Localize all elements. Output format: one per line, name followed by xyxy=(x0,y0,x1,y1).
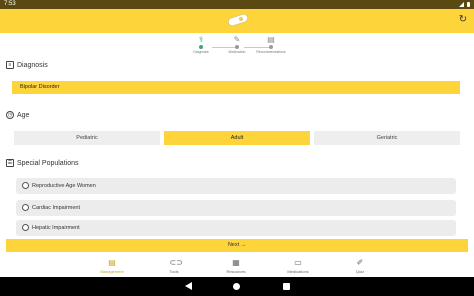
age-option-adult[interactable]: Adult xyxy=(164,131,310,145)
home-icon[interactable] xyxy=(233,283,240,290)
app-logo-icon xyxy=(227,13,249,27)
special-populations-heading: ☰ Special Populations xyxy=(6,159,79,167)
age-title: Age xyxy=(17,111,30,119)
capsule-icon: ▭ xyxy=(294,258,302,267)
radio-button[interactable] xyxy=(22,224,29,231)
bottom-navigation: ▤ Management ⊂⊃ Tools ▦ Resources ▭ Medi… xyxy=(0,255,474,277)
nav-item-quiz[interactable]: ✐ Quiz xyxy=(340,258,380,274)
clipboard-icon: ▤ xyxy=(267,35,275,44)
radio-button[interactable] xyxy=(22,182,29,189)
step-recommendations[interactable]: ▤ Recommendations xyxy=(256,35,286,55)
status-icons xyxy=(459,0,470,9)
nav-label: Medications xyxy=(287,269,309,274)
nav-label: Resources xyxy=(226,269,246,274)
step-diagnosis[interactable]: ⚕ Diagnosis xyxy=(186,35,216,55)
step-dot xyxy=(199,45,203,49)
diagnosis-title: Diagnosis xyxy=(17,61,48,69)
nav-item-medications[interactable]: ▭ Medications xyxy=(278,258,318,274)
radio-button[interactable] xyxy=(22,204,29,211)
battery-icon xyxy=(467,2,470,7)
nav-label: Quiz xyxy=(355,269,365,274)
step-label: Diagnosis xyxy=(193,50,209,54)
population-label: Reproductive Age Women xyxy=(32,183,96,189)
pill-icon: ✎ xyxy=(233,35,241,44)
step-label: Recommendations xyxy=(256,50,286,54)
age-icon: ◷ xyxy=(6,111,14,119)
clipboard-icon: ▤ xyxy=(108,258,116,267)
quiz-icon: ✐ xyxy=(356,258,364,267)
population-item-cardiac[interactable]: Cardiac Impairment xyxy=(16,200,456,216)
nav-label: Management xyxy=(100,269,124,274)
nav-item-tools[interactable]: ⊂⊃ Tools xyxy=(154,258,194,274)
status-time: 7:53 xyxy=(4,1,16,7)
list-icon: ☰ xyxy=(6,159,14,167)
age-option-pediatric[interactable]: Pediatric xyxy=(14,131,160,145)
nav-label: Tools xyxy=(169,269,179,274)
population-label: Hepatic Impairment xyxy=(32,225,80,231)
stethoscope-icon: ⚕ xyxy=(198,35,204,44)
book-icon: ▦ xyxy=(232,258,240,267)
pill-icon: ⊂⊃ xyxy=(169,258,183,267)
status-bar: 7:53 xyxy=(0,0,474,9)
step-label: Medication xyxy=(228,50,246,54)
nav-item-management[interactable]: ▤ Management xyxy=(92,258,132,274)
population-item-reproductive[interactable]: Reproductive Age Women xyxy=(16,178,456,194)
population-label: Cardiac Impairment xyxy=(32,205,80,211)
diagnosis-select[interactable]: Bipolar Disorder xyxy=(12,81,460,94)
system-navigation-bar xyxy=(0,277,474,296)
next-button[interactable]: Next → xyxy=(6,239,468,252)
age-heading: ◷ Age xyxy=(6,111,29,119)
signal-icon xyxy=(459,2,464,7)
back-icon[interactable] xyxy=(185,282,192,290)
app-bar: ↻ xyxy=(0,9,474,33)
diagnosis-heading: ≡ Diagnosis xyxy=(6,61,48,69)
special-populations-title: Special Populations xyxy=(17,159,79,167)
step-dot xyxy=(235,45,239,49)
refresh-icon[interactable]: ↻ xyxy=(458,15,468,25)
step-medication[interactable]: ✎ Medication xyxy=(222,35,252,55)
age-option-geriatric[interactable]: Geriatric xyxy=(314,131,460,145)
age-options: Pediatric Adult Geriatric xyxy=(14,131,460,145)
population-item-hepatic[interactable]: Hepatic Impairment xyxy=(16,220,456,236)
step-dot xyxy=(269,45,273,49)
nav-item-resources[interactable]: ▦ Resources xyxy=(216,258,256,274)
notes-icon: ≡ xyxy=(6,61,14,69)
recent-apps-icon[interactable] xyxy=(283,283,290,290)
progress-stepper: ⚕ Diagnosis ✎ Medication ▤ Recommendatio… xyxy=(192,35,286,58)
